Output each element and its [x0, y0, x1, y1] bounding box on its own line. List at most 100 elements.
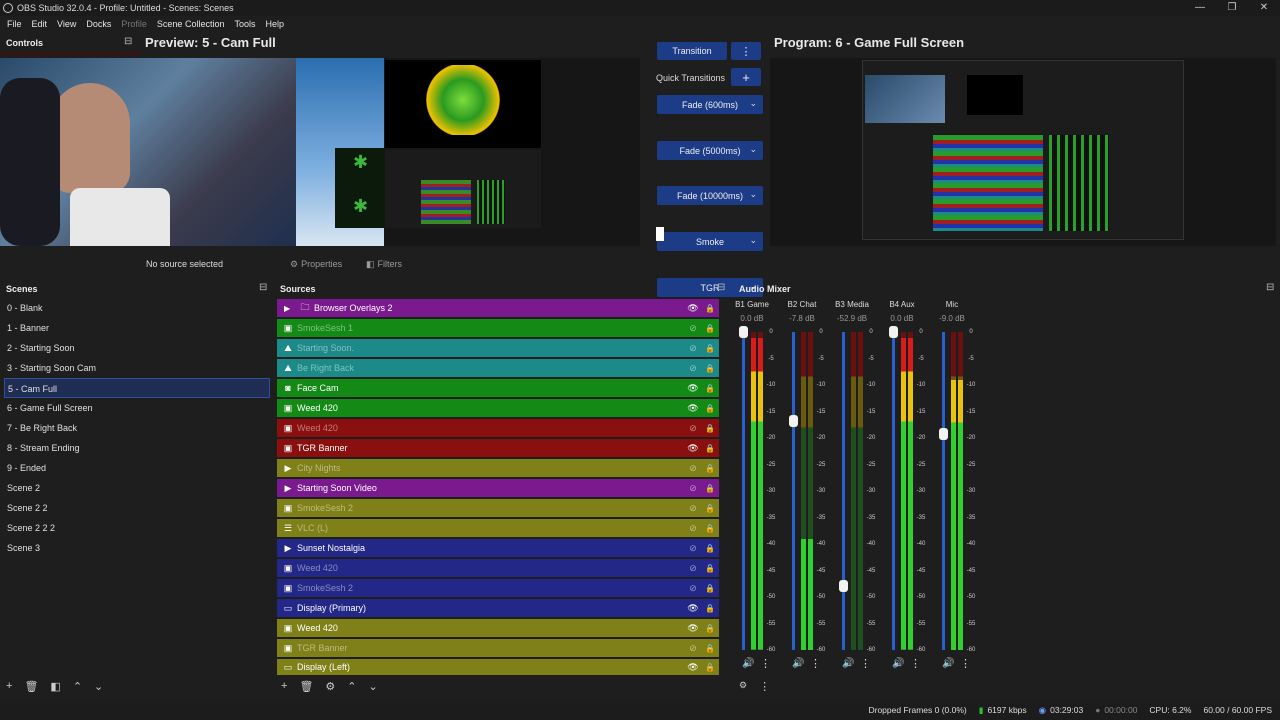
close-button[interactable]: ✕: [1248, 0, 1280, 16]
eye-hidden-icon[interactable]: ⊘: [687, 523, 699, 534]
scene-item[interactable]: 0 - Blank: [4, 298, 270, 318]
lock-icon[interactable]: 🔒: [705, 504, 715, 513]
source-row[interactable]: ▶ 🗀 Browser Overlays 2 👁 🔒: [277, 299, 719, 317]
move-down-icon[interactable]: ⌄: [94, 680, 103, 693]
eye-hidden-icon[interactable]: ⊘: [687, 643, 699, 654]
scene-item[interactable]: 3 - Starting Soon Cam: [4, 358, 270, 378]
program-canvas[interactable]: [770, 58, 1276, 246]
source-row[interactable]: ▭ Display (Left) 👁 🔒: [277, 659, 719, 675]
source-row[interactable]: ▣ SmokeSesh 2 ⊘ 🔒: [277, 499, 719, 517]
mute-speaker-icon[interactable]: 🔊: [892, 658, 904, 669]
maximize-button[interactable]: ❐: [1216, 0, 1248, 16]
volume-fader-handle[interactable]: [789, 415, 798, 428]
lock-icon[interactable]: 🔒: [705, 524, 715, 533]
eye-icon[interactable]: 👁: [687, 443, 699, 454]
menu-tools[interactable]: Tools: [229, 19, 260, 29]
lock-icon[interactable]: 🔒: [705, 464, 715, 473]
lock-icon[interactable]: 🔒: [705, 663, 715, 672]
source-row[interactable]: ◙ Face Cam 👁 🔒: [277, 379, 719, 397]
source-row[interactable]: ▣ SmokeSesh 1 ⊘ 🔒: [277, 319, 719, 337]
scene-filters-icon[interactable]: ◧: [50, 680, 60, 693]
eye-hidden-icon[interactable]: ⊘: [687, 363, 699, 374]
sources-undock-icon[interactable]: ⊟: [717, 282, 725, 293]
preview-canvas[interactable]: ✱ ✱: [0, 58, 640, 246]
controls-undock-icon[interactable]: ⊟: [124, 36, 132, 47]
channel-menu-icon[interactable]: ⋮: [960, 657, 971, 670]
lock-icon[interactable]: 🔒: [705, 304, 715, 313]
eye-icon[interactable]: 👁: [687, 303, 699, 314]
menu-profile[interactable]: Profile: [116, 19, 152, 29]
source-row[interactable]: ▭ Display (Primary) 👁 🔒: [277, 599, 719, 617]
transition-menu-icon[interactable]: ⋮: [731, 42, 761, 60]
scene-item[interactable]: Scene 2 2 2: [4, 518, 270, 538]
volume-fader-handle[interactable]: [739, 326, 748, 338]
channel-menu-icon[interactable]: ⋮: [910, 657, 921, 670]
source-row[interactable]: ▶ City Nights ⊘ 🔒: [277, 459, 719, 477]
source-row[interactable]: ⛰ Starting Soon. ⊘ 🔒: [277, 339, 719, 357]
lock-icon[interactable]: 🔒: [705, 344, 715, 353]
move-down-icon[interactable]: ⌄: [369, 680, 378, 693]
filters-button[interactable]: ◧ Filters: [366, 259, 402, 270]
menu-edit[interactable]: Edit: [27, 19, 53, 29]
source-row[interactable]: ☰ VLC (L) ⊘ 🔒: [277, 519, 719, 537]
eye-hidden-icon[interactable]: ⊘: [687, 543, 699, 554]
eye-icon[interactable]: 👁: [687, 383, 699, 394]
volume-fader-track[interactable]: [942, 332, 945, 650]
menu-docks[interactable]: Docks: [81, 19, 116, 29]
source-row[interactable]: ▶ Starting Soon Video ⊘ 🔒: [277, 479, 719, 497]
add-source-icon[interactable]: +: [281, 680, 287, 693]
audio-undock-icon[interactable]: ⊟: [1266, 282, 1274, 293]
volume-fader-handle[interactable]: [889, 326, 898, 338]
scene-item[interactable]: Scene 2 2: [4, 498, 270, 518]
source-row[interactable]: ▣ Weed 420 👁 🔒: [277, 619, 719, 637]
scenes-undock-icon[interactable]: ⊟: [259, 282, 267, 293]
source-row[interactable]: ▣ TGR Banner ⊘ 🔒: [277, 639, 719, 657]
eye-hidden-icon[interactable]: ⊘: [687, 323, 699, 334]
mute-speaker-icon[interactable]: 🔊: [792, 658, 804, 669]
lock-icon[interactable]: 🔒: [705, 424, 715, 433]
scene-item[interactable]: Scene 3: [4, 538, 270, 558]
quick-transition-2[interactable]: Fade (5000ms) ⌄: [657, 141, 763, 160]
add-scene-icon[interactable]: +: [6, 680, 12, 693]
expand-arrow-icon[interactable]: ▶: [284, 304, 294, 313]
eye-icon[interactable]: 👁: [687, 623, 699, 634]
properties-button[interactable]: ⚙ Properties: [290, 259, 342, 270]
eye-hidden-icon[interactable]: ⊘: [687, 483, 699, 494]
eye-hidden-icon[interactable]: ⊘: [687, 463, 699, 474]
lock-icon[interactable]: 🔒: [705, 444, 715, 453]
channel-menu-icon[interactable]: ⋮: [810, 657, 821, 670]
quick-transition-3[interactable]: Fade (10000ms) ⌄: [657, 186, 763, 205]
move-up-icon[interactable]: ⌃: [73, 680, 82, 693]
remove-source-icon[interactable]: 🗑: [299, 680, 313, 693]
channel-menu-icon[interactable]: ⋮: [760, 657, 771, 670]
scene-item[interactable]: 9 - Ended: [4, 458, 270, 478]
eye-hidden-icon[interactable]: ⊘: [687, 343, 699, 354]
source-row[interactable]: ▣ Weed 420 ⊘ 🔒: [277, 559, 719, 577]
eye-hidden-icon[interactable]: ⊘: [687, 423, 699, 434]
audio-menu-icon[interactable]: ⋮: [759, 680, 770, 693]
volume-fader-handle[interactable]: [839, 580, 848, 593]
add-quick-transition-icon[interactable]: +: [731, 68, 761, 86]
lock-icon[interactable]: 🔒: [705, 604, 715, 613]
lock-icon[interactable]: 🔒: [705, 544, 715, 553]
scene-item[interactable]: 8 - Stream Ending: [4, 438, 270, 458]
eye-hidden-icon[interactable]: ⊘: [687, 503, 699, 514]
lock-icon[interactable]: 🔒: [705, 364, 715, 373]
channel-menu-icon[interactable]: ⋮: [860, 657, 871, 670]
volume-fader-track[interactable]: [892, 332, 895, 650]
scene-item[interactable]: Scene 2: [4, 478, 270, 498]
volume-fader-track[interactable]: [842, 332, 845, 650]
eye-icon[interactable]: 👁: [687, 403, 699, 414]
lock-icon[interactable]: 🔒: [705, 584, 715, 593]
eye-icon[interactable]: 👁: [687, 603, 699, 614]
source-row[interactable]: ▣ Weed 420 ⊘ 🔒: [277, 419, 719, 437]
lock-icon[interactable]: 🔒: [705, 624, 715, 633]
mute-speaker-icon[interactable]: 🔊: [942, 658, 954, 669]
scene-item[interactable]: 6 - Game Full Screen: [4, 398, 270, 418]
eye-hidden-icon[interactable]: ⊘: [687, 563, 699, 574]
lock-icon[interactable]: 🔒: [705, 564, 715, 573]
scene-item[interactable]: 2 - Starting Soon: [4, 338, 270, 358]
lock-icon[interactable]: 🔒: [705, 324, 715, 333]
mute-speaker-icon[interactable]: 🔊: [842, 658, 854, 669]
menu-file[interactable]: File: [2, 19, 27, 29]
